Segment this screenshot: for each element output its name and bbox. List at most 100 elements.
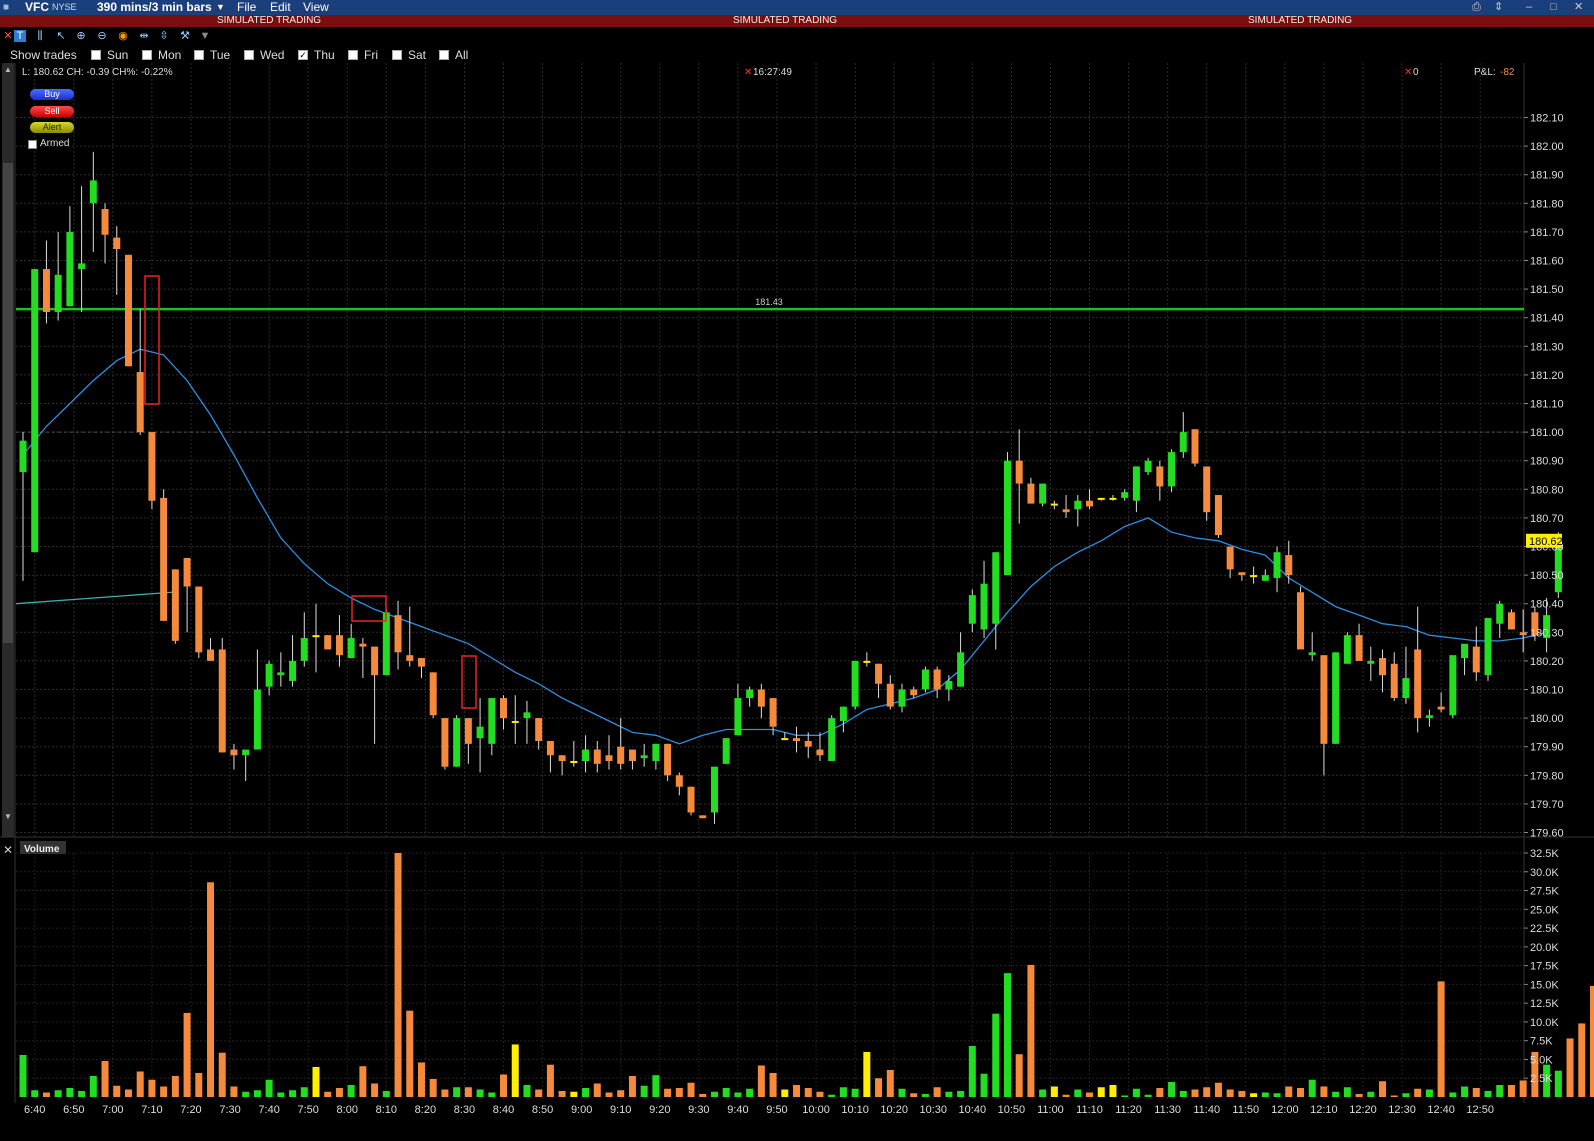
- volume-bar: [31, 1090, 39, 1097]
- candle-body: [804, 740, 812, 747]
- volume-bar: [1367, 1091, 1375, 1097]
- position-close-icon[interactable]: ✕: [1404, 67, 1412, 78]
- scroll-up-icon[interactable]: ▲: [4, 65, 12, 74]
- volume-bar: [66, 1087, 74, 1097]
- candle-body: [1238, 572, 1246, 576]
- zoom-out-icon[interactable]: ⊖: [96, 30, 108, 42]
- candle-body: [242, 749, 250, 756]
- volume-bar: [1062, 1094, 1070, 1097]
- candle-body: [511, 720, 519, 723]
- menu-file[interactable]: File: [237, 0, 256, 15]
- timeframe-dropdown[interactable]: 390 mins/3 min bars: [97, 0, 212, 15]
- print-icon[interactable]: ⎙: [1472, 0, 1481, 15]
- close-volume-icon[interactable]: ✕: [3, 843, 13, 857]
- candle-body: [1015, 460, 1023, 484]
- volume-bar: [1144, 1094, 1152, 1097]
- volume-bar: [1273, 1093, 1281, 1097]
- price-chart[interactable]: ▲ ▼ ✕ 181.43 182.10 182.00 181.90 181.80 181…: [0, 63, 1594, 1141]
- candle-body: [417, 658, 425, 667]
- crosshair-icon[interactable]: ◉: [117, 30, 129, 42]
- candle-body: [464, 718, 472, 744]
- volume-bar: [207, 882, 215, 1097]
- volume-bar: [1589, 985, 1594, 1097]
- candle-body: [1250, 575, 1258, 578]
- volume-bar: [1308, 1079, 1316, 1097]
- wrench-icon[interactable]: ⚒: [179, 30, 191, 42]
- checkbox-wed[interactable]: [244, 50, 254, 60]
- bar-style-icon[interactable]: ⫼: [34, 30, 46, 42]
- volume-bar: [945, 1091, 953, 1097]
- sell-button[interactable]: Sell: [30, 106, 74, 117]
- chevron-down-icon[interactable]: ▼: [216, 0, 225, 15]
- scroll-down-icon[interactable]: ▼: [4, 812, 12, 821]
- time-close-icon[interactable]: ✕: [744, 67, 752, 78]
- close-icon[interactable]: ✕: [1574, 0, 1583, 15]
- buy-button[interactable]: Buy: [30, 89, 74, 100]
- checkbox-mon[interactable]: [142, 50, 152, 60]
- symbol-label[interactable]: VFC: [25, 0, 49, 15]
- candle-body: [1027, 483, 1035, 504]
- candle-body: [793, 738, 801, 741]
- armed-checkbox[interactable]: [28, 140, 37, 149]
- volume-bar: [464, 1087, 472, 1097]
- time-tick-label: 11:40: [1193, 1104, 1220, 1116]
- candle-body: [1097, 497, 1105, 500]
- volume-bar: [734, 1092, 742, 1097]
- volume-bar: [992, 1013, 1000, 1097]
- time-tick-label: 7:10: [141, 1104, 162, 1116]
- volume-bar: [406, 1010, 414, 1097]
- scale-icon[interactable]: ⇳: [158, 30, 170, 42]
- price-tick-label: 180.50: [1530, 570, 1564, 582]
- checkbox-thu[interactable]: ✓: [298, 50, 308, 60]
- menu-edit[interactable]: Edit: [270, 0, 291, 15]
- price-scroll-thumb[interactable]: [3, 163, 13, 643]
- time-tick-label: 9:10: [610, 1104, 631, 1116]
- candle-body: [1285, 555, 1293, 576]
- text-tool-icon[interactable]: T: [14, 30, 26, 42]
- volume-tick-label: 10.0K: [1530, 1017, 1559, 1029]
- zoom-in-icon[interactable]: ⊕: [75, 30, 87, 42]
- volume-bar: [1121, 1095, 1129, 1097]
- volume-bar: [1472, 1087, 1480, 1097]
- checkbox-sun[interactable]: [91, 50, 101, 60]
- split-icon[interactable]: ⇹: [138, 30, 150, 42]
- candle-body: [570, 761, 578, 763]
- candle-body: [1226, 546, 1234, 570]
- volume-bar: [1250, 1093, 1258, 1097]
- volume-bar: [1414, 1088, 1422, 1097]
- checkbox-sat[interactable]: [392, 50, 402, 60]
- alert-button[interactable]: Alert: [30, 122, 74, 133]
- candle-body: [31, 269, 39, 553]
- volume-bar: [652, 1075, 660, 1097]
- volume-bar: [347, 1084, 355, 1097]
- label-tue: Tue: [210, 48, 231, 62]
- price-tick-label: 181.80: [1530, 198, 1564, 210]
- volume-bar: [699, 1093, 707, 1097]
- volume-bar: [476, 1089, 484, 1097]
- volume-bar: [1203, 1087, 1211, 1097]
- maximize-icon[interactable]: □: [1550, 0, 1557, 15]
- volume-bar: [886, 1069, 894, 1097]
- volume-bar: [289, 1090, 297, 1097]
- time-tick-label: 12:10: [1310, 1104, 1338, 1116]
- price-tick-label: 180.90: [1530, 456, 1564, 468]
- checkbox-fri[interactable]: [348, 50, 358, 60]
- cursor-icon[interactable]: ↖: [55, 30, 67, 42]
- price-tick-label: 181.90: [1530, 170, 1564, 182]
- more-dropdown-icon[interactable]: ▼: [199, 30, 211, 42]
- time-tick-label: 6:50: [63, 1104, 84, 1116]
- menu-view[interactable]: View: [303, 0, 329, 15]
- minimize-icon[interactable]: –: [1526, 0, 1532, 15]
- volume-bar: [1168, 1081, 1176, 1097]
- checkbox-all[interactable]: [439, 50, 449, 60]
- candle-body: [1402, 678, 1410, 699]
- close-panel-icon[interactable]: ✕: [2, 30, 14, 42]
- pin-icon[interactable]: ⇕: [1494, 0, 1503, 15]
- checkbox-tue[interactable]: [194, 50, 204, 60]
- volume-bar: [933, 1087, 941, 1097]
- volume-bar: [1296, 1087, 1304, 1097]
- volume-bar: [1332, 1091, 1340, 1097]
- candle-body: [1121, 492, 1129, 498]
- volume-bar: [1425, 1089, 1433, 1097]
- candle-body: [1355, 635, 1363, 661]
